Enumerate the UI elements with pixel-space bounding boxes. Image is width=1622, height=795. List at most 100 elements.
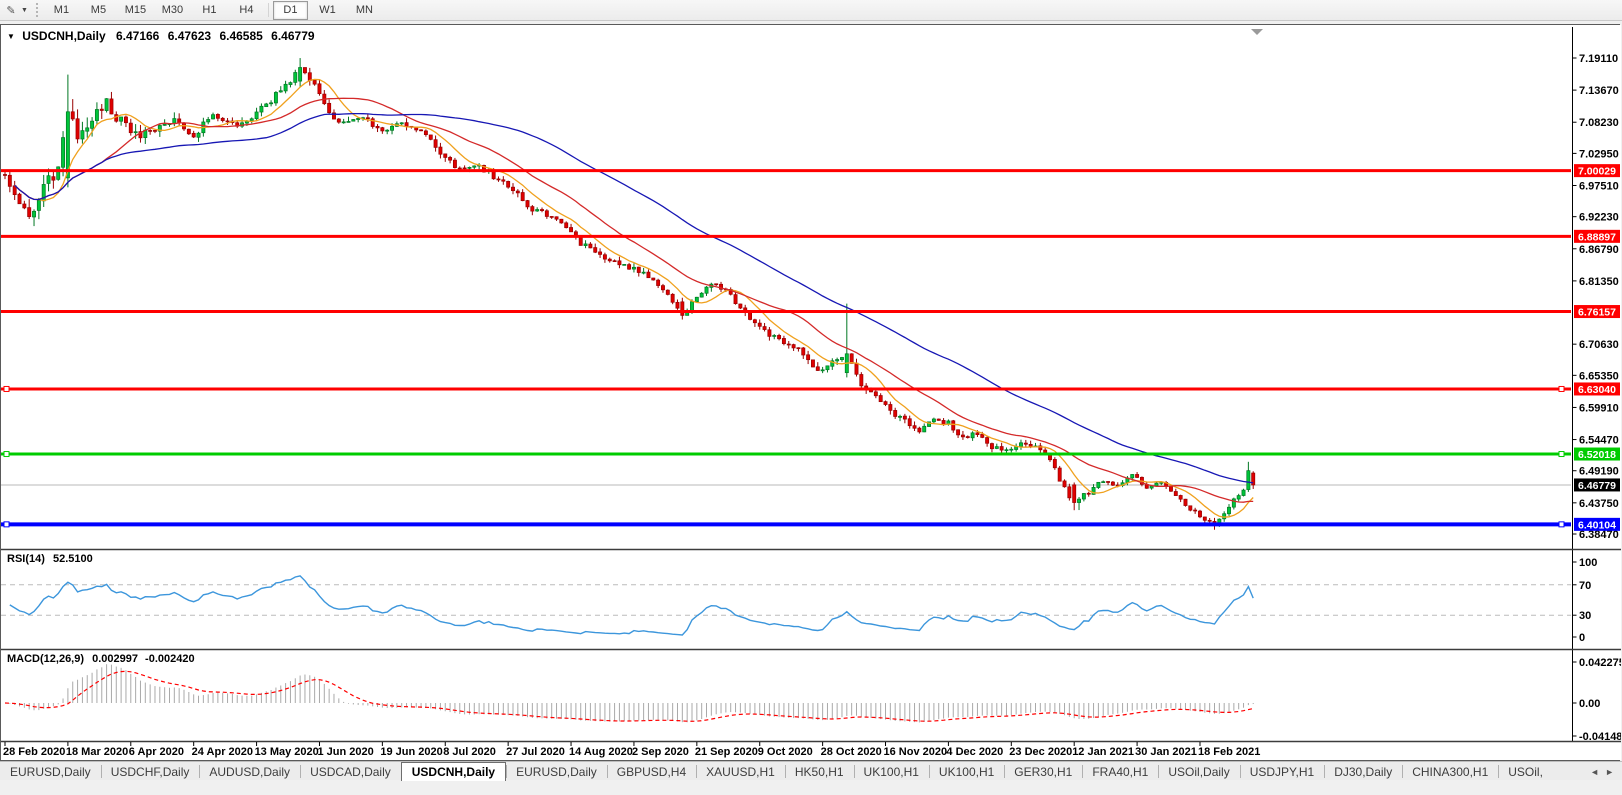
timeframe-button-m30[interactable]: M30 (155, 1, 190, 20)
date-label: 28 Feb 2020 (3, 746, 65, 758)
tool-dropdown-arrow-icon[interactable]: ▼ (21, 7, 28, 14)
svg-text:6.97510: 6.97510 (1579, 181, 1619, 193)
date-label: 18 Mar 2020 (66, 746, 128, 758)
date-label: 30 Jan 2021 (1135, 746, 1197, 758)
svg-text:6.76157: 6.76157 (1578, 307, 1616, 319)
timeframe-button-h4[interactable]: H4 (229, 1, 264, 20)
svg-text:6.70630: 6.70630 (1579, 339, 1619, 351)
chart-tab-audusd-daily[interactable]: AUDUSD,Daily (199, 762, 300, 781)
chart-title: ▼ USDCNH,Daily 6.47166 6.47623 6.46585 6… (7, 29, 315, 43)
chart-tab-usoil[interactable]: USOil, (1498, 762, 1553, 781)
chart-tab-usdchf-daily[interactable]: USDCHF,Daily (101, 762, 200, 781)
tab-scroll-right-icon[interactable]: ► (1605, 767, 1614, 777)
svg-text:7.02950: 7.02950 (1579, 148, 1619, 160)
symbol-dropdown-icon[interactable]: ▼ (7, 32, 15, 41)
date-label: 8 Jul 2020 (443, 746, 496, 758)
chart-tab-usdcad-daily[interactable]: USDCAD,Daily (300, 762, 401, 781)
svg-text:7.00029: 7.00029 (1578, 166, 1616, 178)
timeframe-button-m15[interactable]: M15 (118, 1, 153, 20)
timeframe-button-m5[interactable]: M5 (81, 1, 116, 20)
chart-tab-usdcnh-daily[interactable]: USDCNH,Daily (401, 762, 506, 781)
rsi-name: RSI(14) (7, 553, 45, 565)
drawing-tool-icon[interactable]: ✎ (2, 2, 20, 18)
rsi-value: 52.5100 (53, 553, 93, 565)
svg-text:6.49190: 6.49190 (1579, 466, 1619, 478)
svg-text:6.88897: 6.88897 (1578, 231, 1616, 243)
timeframe-button-d1[interactable]: D1 (273, 1, 308, 20)
macd-value-signal: -0.002420 (145, 653, 195, 665)
date-label: 24 Apr 2020 (192, 746, 253, 758)
svg-text:30: 30 (1579, 610, 1591, 622)
date-label: 14 Aug 2020 (569, 746, 633, 758)
date-label: 12 Jan 2021 (1072, 746, 1134, 758)
ohlc-open: 6.47166 (116, 29, 159, 43)
date-label: 6 Apr 2020 (129, 746, 184, 758)
chart-tab-eurusd-daily[interactable]: EURUSD,Daily (506, 762, 607, 781)
macd-label: MACD(12,26,9) 0.002997 -0.002420 (7, 653, 195, 665)
svg-text:7.13670: 7.13670 (1579, 85, 1619, 97)
svg-text:6.86790: 6.86790 (1579, 244, 1619, 256)
svg-text:7.08230: 7.08230 (1579, 117, 1619, 129)
svg-text:-0.04148: -0.04148 (1579, 731, 1621, 743)
svg-text:6.81350: 6.81350 (1579, 276, 1619, 288)
chart-window[interactable]: 7.19110 7.13670 7.08230 7.02950 6.97510 6.922… (0, 24, 1620, 761)
chart-tab-xauusd-h1[interactable]: XAUUSD,H1 (696, 762, 785, 781)
svg-text:100: 100 (1579, 557, 1597, 569)
ohlc-high: 6.47623 (168, 29, 211, 43)
date-label: 4 Dec 2020 (946, 746, 1003, 758)
date-label: 2 Sep 2020 (632, 746, 689, 758)
rsi-label: RSI(14) 52.5100 (7, 553, 93, 565)
svg-text:0.042275: 0.042275 (1579, 657, 1621, 669)
timeframe-button-w1[interactable]: W1 (310, 1, 345, 20)
chart-canvas[interactable]: 7.19110 7.13670 7.08230 7.02950 6.97510 6.922… (1, 25, 1621, 760)
svg-text:6.65350: 6.65350 (1579, 370, 1619, 382)
date-label: 16 Nov 2020 (884, 746, 948, 758)
toolbar-separator (268, 3, 269, 17)
toolbar-grip[interactable] (36, 3, 38, 17)
chart-tab-ger30-h1[interactable]: GER30,H1 (1004, 762, 1082, 781)
chart-tab-eurusd-daily[interactable]: EURUSD,Daily (0, 762, 101, 781)
macd-value-main: 0.002997 (92, 653, 138, 665)
date-label: 13 May 2020 (255, 746, 319, 758)
date-label: 18 Feb 2021 (1198, 746, 1260, 758)
svg-text:70: 70 (1579, 580, 1591, 592)
date-label: 28 Oct 2020 (821, 746, 882, 758)
svg-text:6.52018: 6.52018 (1578, 449, 1616, 461)
chart-tab-hk50-h1[interactable]: HK50,H1 (785, 762, 854, 781)
date-label: 1 Jun 2020 (317, 746, 373, 758)
chart-tab-uk100-h1[interactable]: UK100,H1 (929, 762, 1004, 781)
chart-tab-dj30-daily[interactable]: DJ30,Daily (1324, 762, 1402, 781)
date-label: 9 Oct 2020 (758, 746, 813, 758)
svg-text:0.00: 0.00 (1579, 698, 1600, 710)
svg-text:6.46779: 6.46779 (1578, 480, 1616, 492)
svg-text:6.59910: 6.59910 (1579, 402, 1619, 414)
chart-symbol-period: USDCNH,Daily (22, 29, 105, 43)
timeframe-button-mn[interactable]: MN (347, 1, 382, 20)
chart-tab-fra40-h1[interactable]: FRA40,H1 (1082, 762, 1158, 781)
svg-text:6.43750: 6.43750 (1579, 498, 1619, 510)
chart-tab-usdjpy-h1[interactable]: USDJPY,H1 (1240, 762, 1324, 781)
chart-tab-uk100-h1[interactable]: UK100,H1 (854, 762, 929, 781)
date-label: 23 Dec 2020 (1009, 746, 1072, 758)
ohlc-low: 6.46585 (219, 29, 262, 43)
ohlc-close: 6.46779 (271, 29, 314, 43)
chart-tab-gbpusd-h4[interactable]: GBPUSD,H4 (607, 762, 696, 781)
svg-text:0: 0 (1579, 632, 1585, 644)
tab-scroll-controls: ◄ ► (1582, 762, 1622, 781)
chart-tab-bar: EURUSD,DailyUSDCHF,DailyAUDUSD,DailyUSDC… (0, 761, 1622, 781)
timeframe-button-m1[interactable]: M1 (44, 1, 79, 20)
timeframe-button-h1[interactable]: H1 (192, 1, 227, 20)
svg-text:7.19110: 7.19110 (1579, 53, 1618, 65)
date-label: 19 Jun 2020 (380, 746, 442, 758)
chart-tab-china300-h1[interactable]: CHINA300,H1 (1402, 762, 1498, 781)
date-label: 21 Sep 2020 (695, 746, 758, 758)
chart-tab-usoil-daily[interactable]: USOil,Daily (1158, 762, 1239, 781)
svg-text:6.63040: 6.63040 (1578, 384, 1616, 396)
svg-text:6.92230: 6.92230 (1579, 212, 1619, 224)
tabs-container: EURUSD,DailyUSDCHF,DailyAUDUSD,DailyUSDC… (0, 762, 1553, 781)
top-toolbar: ✎ ▼ M1M5M15M30H1H4 D1W1MN (0, 0, 1622, 21)
svg-text:6.40104: 6.40104 (1578, 519, 1616, 531)
timeframe-button-group: M1M5M15M30H1H4 D1W1MN (43, 1, 383, 20)
svg-text:6.54470: 6.54470 (1579, 435, 1619, 447)
tab-scroll-left-icon[interactable]: ◄ (1590, 767, 1599, 777)
